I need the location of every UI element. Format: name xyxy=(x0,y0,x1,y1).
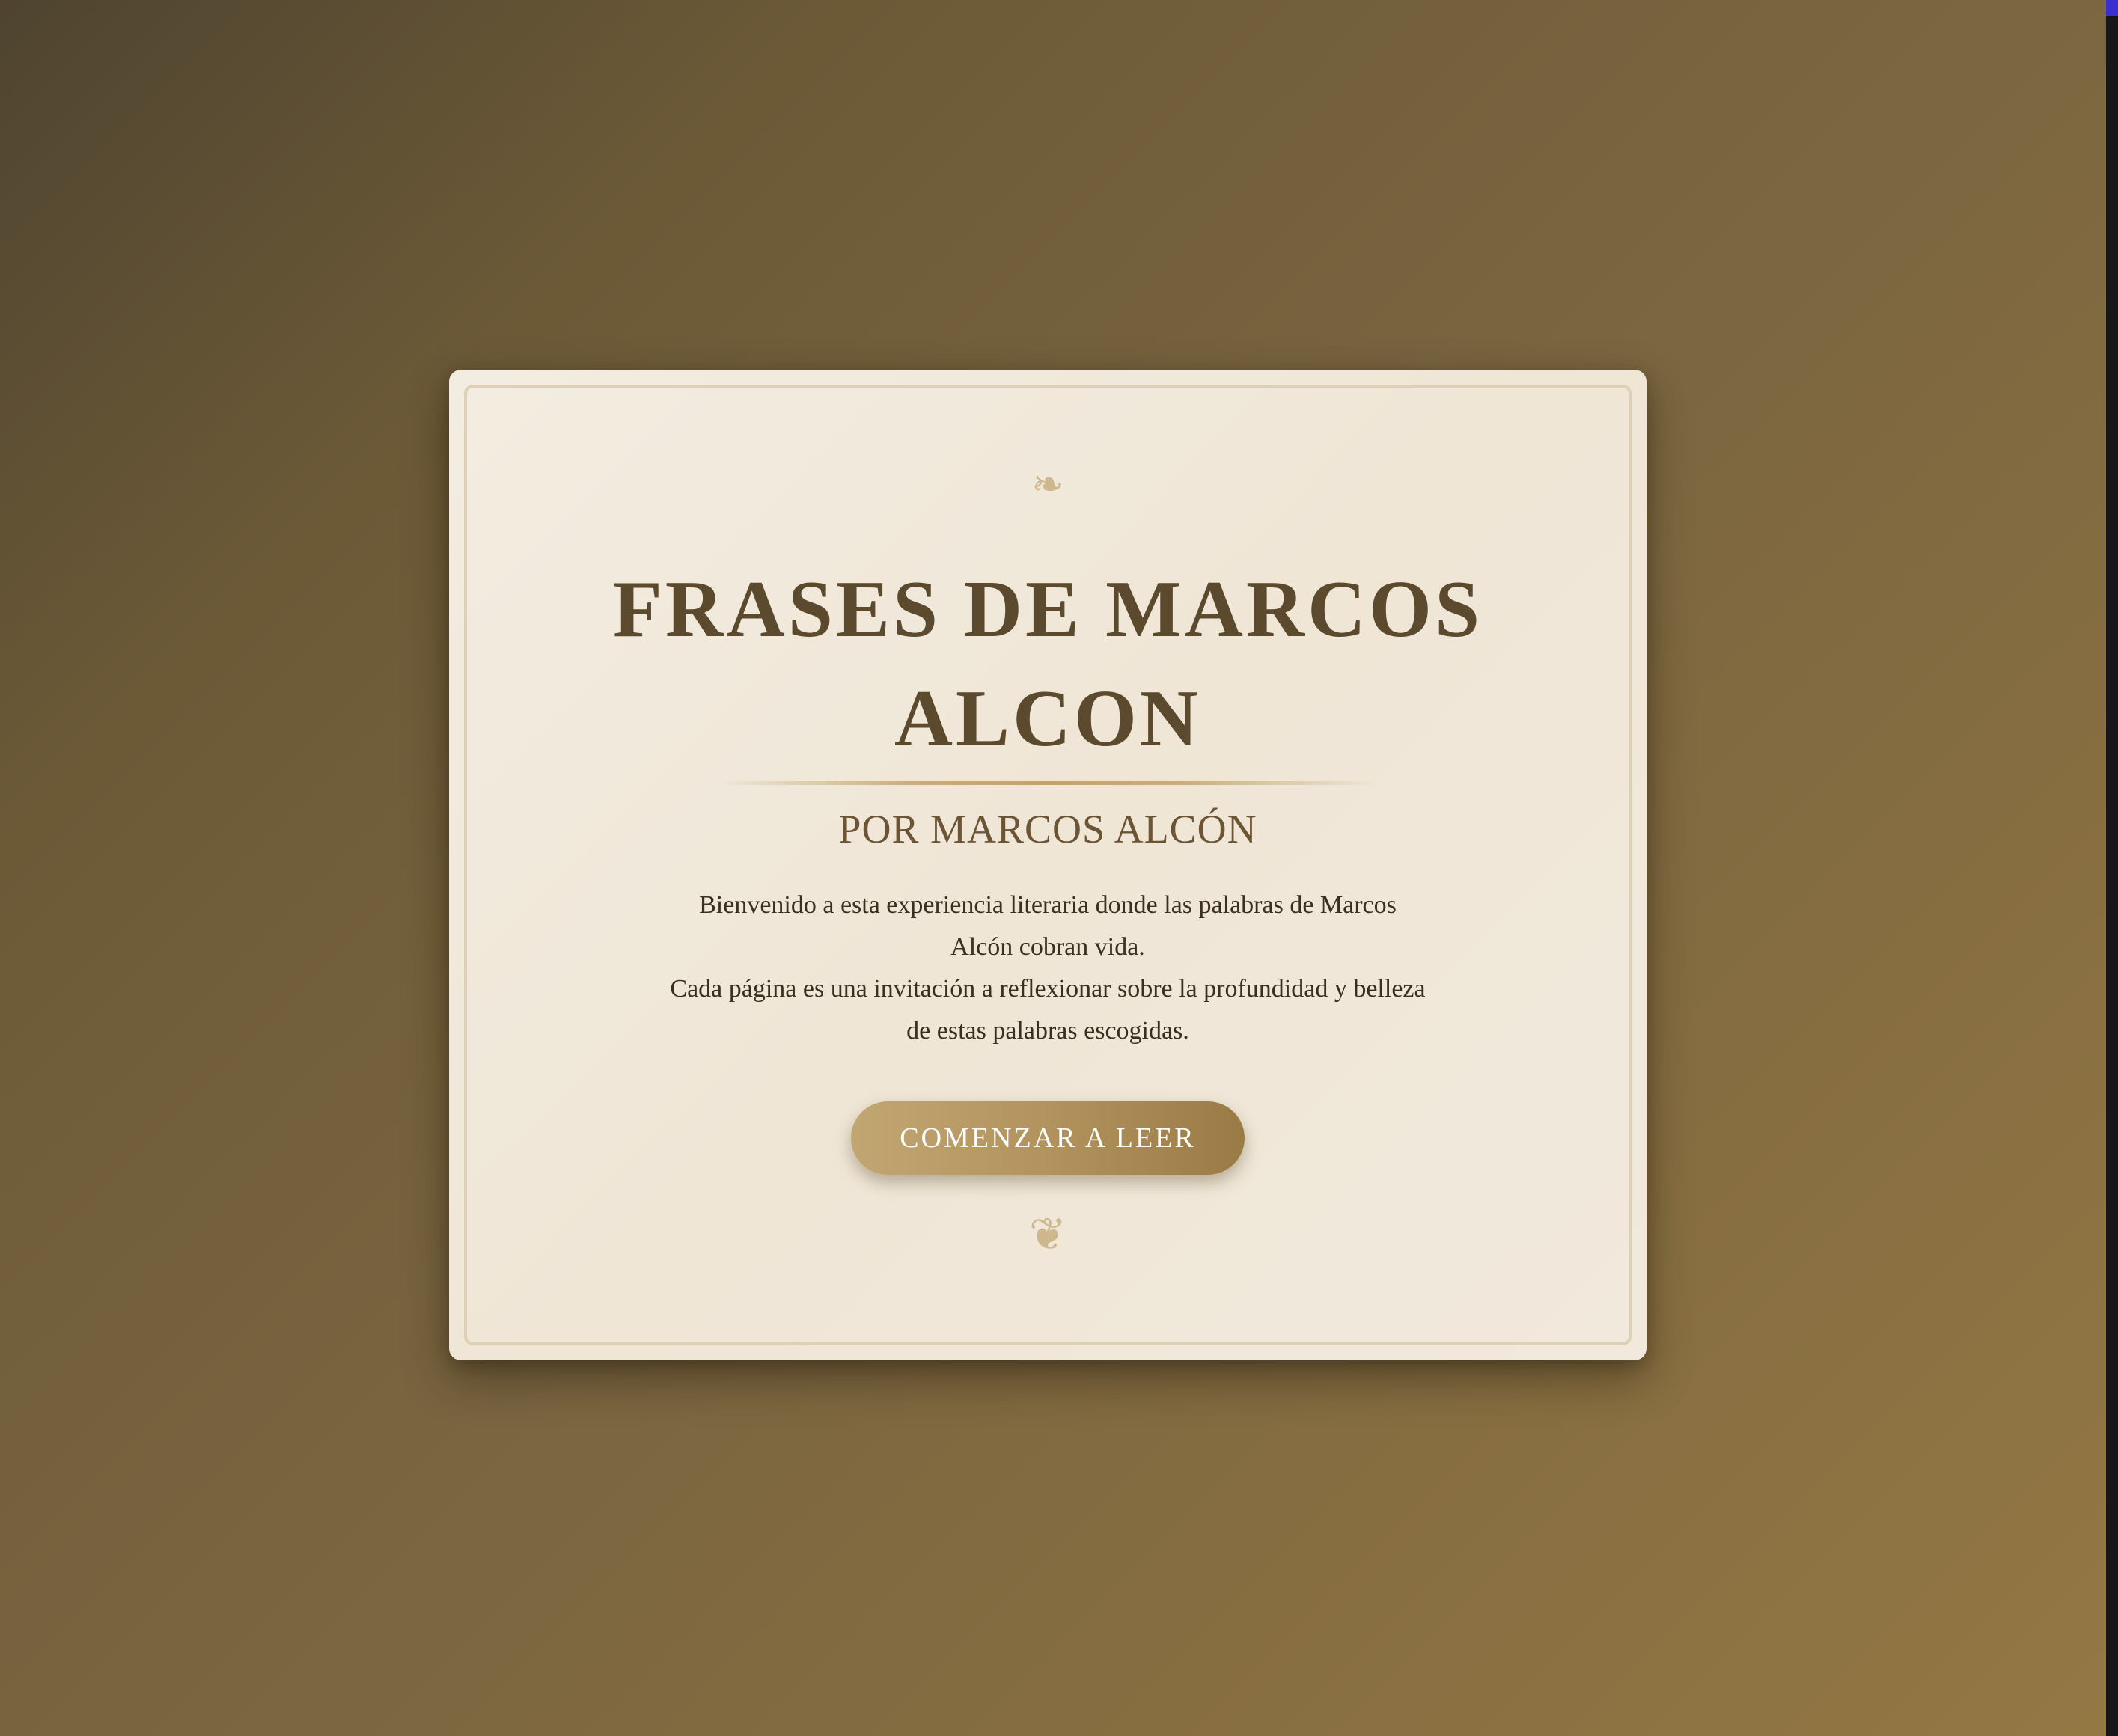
floral-heart-icon: ❧ xyxy=(1031,462,1064,507)
welcome-card: ❧ FRASES DE MARCOS ALCON POR MARCOS ALCÓ… xyxy=(449,370,1647,1360)
page-title: FRASES DE MARCOS ALCON xyxy=(612,565,1483,763)
title-divider xyxy=(718,781,1377,785)
scrollbar-thumb[interactable] xyxy=(2106,0,2118,16)
intro-paragraph: Bienvenido a esta experiencia literaria … xyxy=(699,891,1397,961)
card-inner-border xyxy=(464,385,1632,1345)
intro-paragraph: Cada página es una invitación a reflexio… xyxy=(670,975,1426,1045)
author-subtitle: POR MARCOS ALCÓN xyxy=(838,807,1257,852)
intro-text: Bienvenido a esta experiencia literaria … xyxy=(666,884,1429,1052)
rotated-floral-heart-icon: ❦ xyxy=(1028,1208,1067,1261)
start-reading-button[interactable]: COMENZAR A LEER xyxy=(851,1101,1245,1175)
scrollbar[interactable] xyxy=(2106,0,2118,1736)
page-background: { "welcome_card": { "ornament_top": "❧",… xyxy=(0,0,2118,1736)
